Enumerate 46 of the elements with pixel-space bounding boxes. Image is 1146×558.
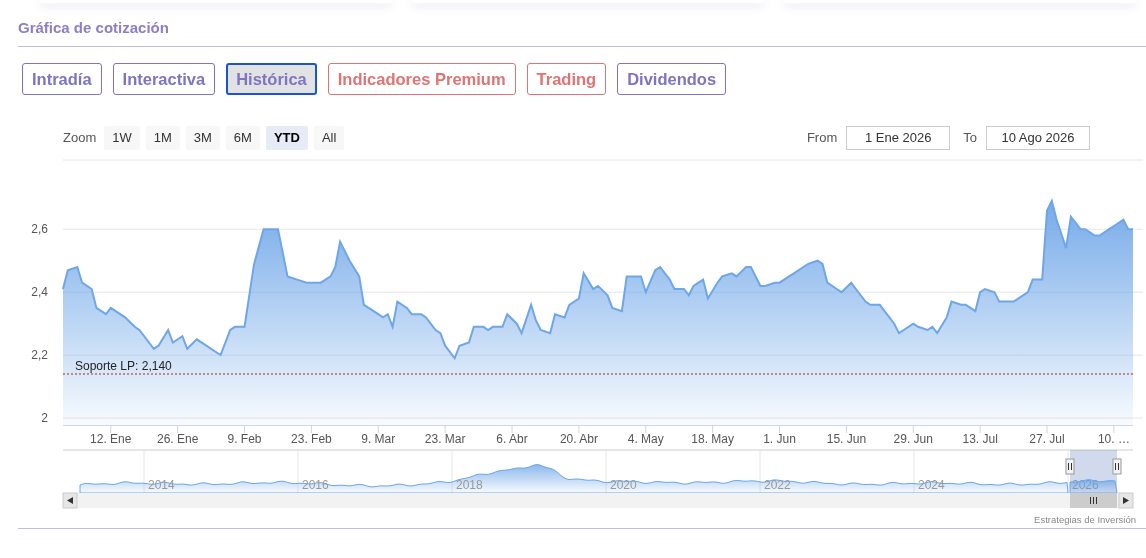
axis-label: 29. Jun <box>893 431 933 446</box>
axis-label: 9. Mar <box>361 431 396 446</box>
range-handle[interactable] <box>1065 458 1075 474</box>
range-button[interactable]: 1W <box>104 125 140 150</box>
axis-label: 9. Feb <box>227 431 262 446</box>
range-selection <box>1069 449 1118 493</box>
axis-label: 23. Feb <box>291 431 332 446</box>
chart-tab[interactable]: Intradía <box>22 62 102 95</box>
range-button[interactable]: 6M <box>225 125 260 150</box>
axis-label: 12. Ene <box>90 431 132 446</box>
date-field[interactable]: 10 Ago 2026 <box>986 125 1090 150</box>
chart-tab[interactable]: Dividendos <box>617 62 727 95</box>
year-label: 2022 <box>764 477 791 492</box>
axis-label: 4. May <box>627 431 664 446</box>
scroll-left-button[interactable] <box>62 492 78 508</box>
chart-tab[interactable]: Interactiva <box>112 62 216 95</box>
axis-label: 10. … <box>1097 431 1130 446</box>
year-label: 2020 <box>610 477 637 492</box>
scroll-right-button[interactable] <box>1118 492 1134 508</box>
range-button[interactable]: 1M <box>145 125 180 150</box>
year-label: 2018 <box>456 477 483 492</box>
range-handle[interactable] <box>1112 458 1122 474</box>
axis-label: 2,6 <box>31 221 48 236</box>
credit-text: Estrategias de Inversión <box>1033 512 1137 527</box>
axis-label: 26. Ene <box>156 431 199 446</box>
range-button[interactable]: All <box>313 125 345 150</box>
axis-label: 1. Jun <box>763 431 796 446</box>
axis-label: 13. Jul <box>962 431 998 446</box>
axis-label: 18. May <box>691 431 734 446</box>
axis-label: 15. Jun <box>826 431 867 446</box>
axis-label: 20. Abr <box>559 431 598 446</box>
axis-label: 6. Abr <box>496 431 528 446</box>
axis-label: 2 <box>41 410 48 425</box>
range-button[interactable]: 3M <box>185 125 220 150</box>
axis-label: 23. Mar <box>424 431 466 446</box>
axis-label: 2,2 <box>31 347 48 362</box>
axis-label: 2,4 <box>31 284 48 299</box>
axis-label: 27. Jul <box>1029 431 1065 446</box>
support-label: Soporte LP: 2,140 <box>75 358 172 373</box>
from-label: From <box>806 128 838 147</box>
date-field[interactable]: 1 Ene 2026 <box>846 125 951 150</box>
range-button[interactable]: YTD <box>265 125 308 150</box>
year-label: 2026 <box>1072 477 1099 492</box>
to-label: To <box>963 128 977 147</box>
section-title: Gráfica de cotización <box>18 18 170 38</box>
zoom-label: Zoom <box>63 128 97 147</box>
